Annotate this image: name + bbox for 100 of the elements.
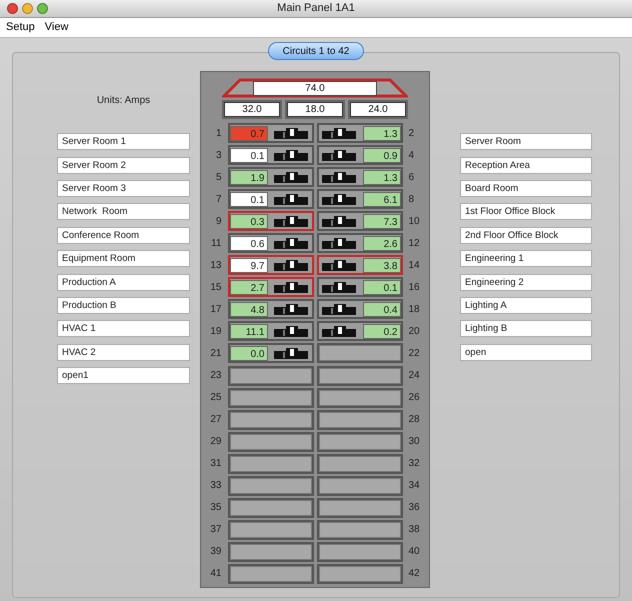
- total-reading: 74.0: [253, 81, 377, 96]
- circuit-number: 29: [209, 435, 222, 450]
- circuit-number: 32: [408, 457, 421, 472]
- current-reading: 7.3: [362, 214, 400, 229]
- circuit-name-field[interactable]: Lighting B: [460, 320, 592, 338]
- breaker-handle-icon[interactable]: [274, 326, 308, 337]
- circuit-number: 2: [408, 126, 416, 141]
- menu-item[interactable]: Setup: [4, 19, 37, 36]
- circuit-number: 40: [408, 545, 421, 560]
- circuit-number: 36: [408, 501, 421, 516]
- current-reading: 4.8: [230, 302, 268, 317]
- breaker[interactable]: 11.1: [228, 321, 314, 342]
- circuit-number: 1: [214, 126, 222, 141]
- circuit-number: 30: [408, 435, 421, 450]
- breaker-handle-icon[interactable]: [274, 172, 308, 183]
- circuit-name-field[interactable]: Conference Room: [57, 226, 190, 244]
- units-label: Units: Amps: [96, 94, 150, 108]
- breaker[interactable]: 6.1: [316, 189, 402, 210]
- circuit-number: 19: [209, 324, 222, 339]
- current-reading: 0.1: [362, 280, 400, 295]
- breaker[interactable]: 3.8: [316, 255, 402, 276]
- circuit-number: 16: [408, 280, 421, 295]
- circuit-name-field[interactable]: Network Room: [57, 203, 190, 220]
- breaker-handle-icon[interactable]: [322, 150, 356, 161]
- breaker[interactable]: 0.6: [228, 233, 314, 254]
- current-reading: 0.9: [362, 148, 400, 163]
- circuit-name-field[interactable]: Equipment Room: [57, 250, 190, 268]
- breaker-handle-icon[interactable]: [322, 172, 356, 183]
- breaker-handle-icon[interactable]: [274, 282, 308, 293]
- circuit-name-field[interactable]: 1st Floor Office Block: [460, 203, 592, 220]
- breaker[interactable]: 0.4: [316, 299, 402, 320]
- circuit-number: 38: [408, 523, 421, 538]
- breaker[interactable]: 2.6: [316, 233, 402, 254]
- minimize-icon[interactable]: [22, 3, 33, 14]
- circuit-name-field[interactable]: Board Room: [460, 180, 592, 197]
- breaker-handle-icon[interactable]: [322, 194, 356, 205]
- circuit-name-field[interactable]: Server Room 3: [57, 180, 190, 197]
- current-reading: 1.9: [230, 170, 268, 185]
- breaker-handle-icon[interactable]: [274, 260, 308, 271]
- circuit-number: 4: [408, 148, 416, 163]
- breaker[interactable]: 7.3: [316, 211, 402, 232]
- circuit-name-field[interactable]: open: [460, 344, 592, 361]
- breaker[interactable]: 0.2: [316, 321, 402, 342]
- circuit-number: 39: [209, 545, 222, 560]
- breaker-handle-icon[interactable]: [322, 326, 356, 337]
- circuit-number: 15: [209, 280, 222, 295]
- breaker[interactable]: 0.9: [316, 145, 402, 166]
- breaker-handle-icon[interactable]: [274, 304, 308, 315]
- circuit-number: 14: [408, 258, 421, 273]
- circuit-number: 7: [214, 192, 222, 207]
- circuit-number: 11: [210, 236, 222, 251]
- breaker[interactable]: 9.7: [228, 255, 314, 276]
- circuit-name-field[interactable]: Engineering 2: [460, 274, 592, 291]
- breaker-handle-icon[interactable]: [274, 150, 308, 161]
- breaker[interactable]: 0.1: [228, 189, 314, 210]
- circuit-number: 27: [209, 413, 222, 428]
- circuit-name-field[interactable]: Server Room 1: [57, 133, 190, 150]
- current-reading: 9.7: [230, 258, 268, 273]
- current-reading: 0.7: [230, 126, 268, 141]
- breaker-handle-icon[interactable]: [322, 216, 356, 227]
- circuit-name-field[interactable]: Reception Area: [460, 156, 592, 174]
- zoom-icon[interactable]: [37, 3, 48, 14]
- breaker[interactable]: 1.3: [316, 167, 402, 188]
- circuit-number: 34: [408, 479, 421, 494]
- circuit-name-field[interactable]: Server Room: [460, 133, 592, 150]
- circuit-name-field[interactable]: HVAC 2: [57, 344, 190, 361]
- breaker[interactable]: 0.1: [316, 277, 402, 298]
- circuit-name-field[interactable]: open1: [57, 367, 190, 384]
- circuit-name-field[interactable]: Server Room 2: [57, 156, 190, 174]
- breaker[interactable]: 4.8: [228, 299, 314, 320]
- circuit-name-field[interactable]: 2nd Floor Office Block: [460, 226, 592, 244]
- breaker-handle-icon[interactable]: [322, 260, 356, 271]
- breaker[interactable]: 0.7: [228, 123, 314, 144]
- breaker-handle-icon[interactable]: [274, 348, 308, 359]
- breaker-handle-icon[interactable]: [322, 128, 356, 139]
- breaker[interactable]: 0.1: [228, 145, 314, 166]
- breaker[interactable]: 1.3: [316, 123, 402, 144]
- breaker-handle-icon[interactable]: [274, 238, 308, 249]
- circuit-number: 33: [209, 479, 222, 494]
- menu-item[interactable]: View: [42, 19, 70, 36]
- breaker-handle-icon[interactable]: [274, 128, 308, 139]
- breaker[interactable]: 0.0: [228, 343, 314, 364]
- current-reading: 0.3: [230, 214, 268, 229]
- circuit-number: 21: [209, 346, 222, 361]
- breaker[interactable]: 2.7: [228, 277, 314, 298]
- breaker-handle-icon[interactable]: [322, 304, 356, 315]
- breaker[interactable]: 1.9: [228, 167, 314, 188]
- circuit-name-field[interactable]: Engineering 1: [460, 250, 592, 268]
- circuit-name-field[interactable]: Production A: [57, 274, 190, 291]
- breaker-handle-icon[interactable]: [274, 216, 308, 227]
- tab[interactable]: Circuits 1 to 42: [268, 42, 364, 60]
- current-reading: 0.6: [230, 236, 268, 251]
- circuit-name-field[interactable]: Lighting A: [460, 296, 592, 314]
- circuit-name-field[interactable]: Production B: [57, 296, 190, 314]
- breaker-handle-icon[interactable]: [322, 282, 356, 293]
- breaker-handle-icon[interactable]: [274, 194, 308, 205]
- breaker-handle-icon[interactable]: [322, 238, 356, 249]
- circuit-name-field[interactable]: HVAC 1: [57, 320, 190, 338]
- breaker[interactable]: 0.3: [228, 211, 314, 232]
- close-icon[interactable]: [7, 3, 18, 14]
